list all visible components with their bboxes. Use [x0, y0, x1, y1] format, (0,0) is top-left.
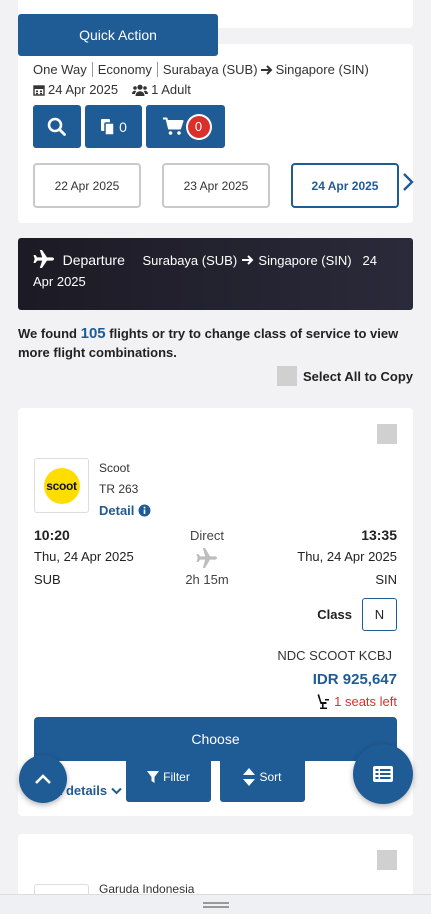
arrival-date-text: Thu, 24 Apr 2025	[297, 549, 397, 564]
search-button[interactable]	[33, 105, 81, 148]
departure-origin: Surabaya (SUB)	[142, 253, 238, 268]
departure-destination: Singapore (SIN)	[258, 253, 352, 268]
airline-logo: scoot	[34, 458, 89, 513]
cart-count-badge: 0	[187, 115, 210, 138]
users-icon	[132, 84, 149, 96]
class-label: Class	[317, 607, 352, 622]
airline-name: Scoot	[99, 461, 130, 475]
arrow-right-icon	[260, 64, 272, 75]
logo-text: scoot	[46, 478, 77, 493]
class-selector: Class N	[317, 598, 397, 631]
copy-icon	[101, 118, 115, 136]
scroll-top-button[interactable]	[19, 755, 67, 803]
fare-basis: NDC SCOOT KCBJ	[277, 648, 392, 663]
passenger-count: 1 Adult	[151, 82, 191, 97]
seats-left-text: 1 seats left	[334, 693, 397, 709]
departure-banner: Departure Surabaya (SUB) Singapore (SIN)…	[18, 238, 413, 310]
search-icon	[47, 117, 66, 136]
flight-card: scoot Scoot TR 263 Detail 10:20 Thu, 24 …	[18, 408, 413, 816]
cart-button[interactable]: 0	[146, 105, 225, 148]
airline-info: Scoot TR 263 Detail	[99, 458, 151, 521]
select-all-label: Select All to Copy	[302, 368, 413, 384]
quick-action-button[interactable]: Quick Action	[18, 14, 218, 56]
detail-label: Detail	[99, 503, 135, 518]
flight-number: TR 263	[99, 482, 139, 496]
arrow-right-icon	[241, 255, 254, 265]
select-all-to-copy[interactable]: Select All to Copy	[276, 366, 413, 386]
sort-label: Sort	[259, 770, 282, 784]
detail-link[interactable]: Detail	[99, 500, 151, 521]
calendar-icon	[33, 84, 45, 96]
search-summary-card: One Way Economy Surabaya (SUB) Singapore…	[18, 44, 415, 223]
arrival-time: 13:35	[361, 527, 397, 543]
results-count: 105	[80, 325, 106, 342]
search-route-line: One Way Economy Surabaya (SUB) Singapore…	[33, 62, 369, 77]
copy-count: 0	[119, 118, 127, 135]
duration: 2h 15m	[185, 572, 229, 587]
trip-type: One Way	[33, 62, 87, 77]
arrival-info: 13:35 Thu, 24 Apr 2025 SIN	[297, 526, 397, 589]
filter-label: Filter	[163, 770, 190, 784]
info-icon	[138, 504, 151, 517]
plane-icon	[33, 250, 54, 268]
copy-button[interactable]: 0	[85, 105, 142, 148]
bottom-sheet-bar[interactable]	[0, 894, 431, 914]
choose-button[interactable]: Choose	[34, 717, 397, 761]
search-action-buttons: 0 0	[33, 105, 225, 148]
seat-icon	[317, 694, 330, 709]
departure-info: 10:20 Thu, 24 Apr 2025 SUB	[34, 526, 134, 589]
chevron-down-icon	[111, 787, 122, 794]
departure-date-text: Thu, 24 Apr 2025	[34, 549, 134, 564]
date-option-22-apr[interactable]: 22 Apr 2025	[33, 163, 141, 208]
date-option-23-apr[interactable]: 23 Apr 2025	[162, 163, 270, 208]
cabin-class: Economy	[97, 62, 152, 77]
chevron-right-icon[interactable]	[401, 172, 415, 192]
departure-airport: SUB	[34, 572, 61, 587]
class-option[interactable]: N	[362, 598, 397, 631]
seats-left: 1 seats left	[316, 693, 397, 709]
results-prefix: We found	[18, 326, 77, 341]
date-selector: 22 Apr 2025 23 Apr 2025 24 Apr 2025	[33, 163, 399, 208]
flight-details-toggle[interactable]: t details	[58, 783, 122, 798]
departure-time: 10:20	[34, 527, 70, 543]
search-date: 24 Apr 2025	[48, 82, 119, 97]
filter-icon	[147, 771, 160, 783]
chevron-up-icon	[35, 774, 51, 784]
filter-button[interactable]: Filter	[126, 752, 211, 802]
price: IDR 925,647	[312, 671, 397, 688]
date-option-24-apr[interactable]: 24 Apr 2025	[291, 163, 399, 208]
flight-duration-info: Direct 2h 15m	[167, 528, 247, 587]
drag-handle-icon[interactable]	[203, 902, 229, 908]
sort-button[interactable]: Sort	[220, 752, 305, 802]
results-summary: We found 105 flights or try to change cl…	[18, 324, 413, 362]
cart-icon	[162, 117, 183, 135]
list-icon	[373, 766, 393, 782]
list-view-button[interactable]	[353, 744, 413, 804]
sort-icon	[243, 768, 256, 786]
origin: Surabaya (SUB)	[162, 62, 258, 77]
destination: Singapore (SIN)	[275, 62, 369, 77]
flight-select-checkbox[interactable]	[377, 850, 397, 870]
departure-label: Departure	[62, 252, 125, 268]
stops-label: Direct	[190, 528, 224, 543]
flight-select-checkbox[interactable]	[377, 424, 397, 444]
search-meta-line: 24 Apr 2025 1 Adult	[33, 82, 191, 97]
plane-icon	[196, 548, 217, 568]
arrival-airport: SIN	[375, 572, 397, 587]
select-all-checkbox[interactable]	[276, 366, 297, 386]
